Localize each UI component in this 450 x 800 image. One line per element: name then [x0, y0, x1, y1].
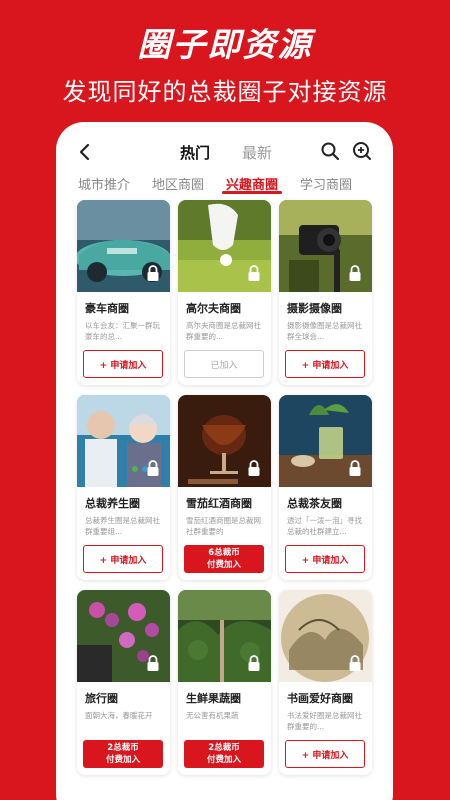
active-tab-underline — [222, 191, 282, 194]
button-label: 付费加入 — [206, 755, 241, 765]
card-description: 透过「一泼一泡」寻找总裁的社群建立... — [287, 516, 362, 536]
card-title: 摄影摄像圈 — [287, 302, 342, 315]
apply-join-button[interactable]: + 申请加入 — [285, 545, 365, 573]
circle-card[interactable]: 雪茄红酒商圈 雪茄红酒商圈是总裁网社群重要的 6总裁币 付费加入 — [178, 395, 271, 580]
button-label: 付费加入 — [206, 560, 241, 570]
button-label: + 申请加入 — [301, 360, 349, 371]
hero-subtitle: 发现同好的总裁圈子对接资源 — [62, 78, 388, 106]
button-label: + 申请加入 — [99, 555, 147, 566]
button-price: 6总裁币 — [208, 548, 240, 558]
card-description: 以车会友：汇聚一群玩豪车的总... — [85, 321, 160, 341]
button-label: 已加入 — [210, 360, 238, 371]
card-title: 豪车商圈 — [85, 302, 129, 315]
apply-join-button[interactable]: + 申请加入 — [285, 740, 365, 768]
card-description: 面朝大海，春暖花开 — [85, 711, 153, 720]
card-title: 生鲜果蔬圈 — [186, 692, 241, 705]
apply-join-button[interactable]: + 申请加入 — [285, 350, 365, 378]
lock-icon — [248, 655, 260, 671]
card-title: 高尔夫商圈 — [186, 302, 241, 315]
category-tab-region[interactable]: 地区商圈 — [152, 174, 204, 193]
card-title: 旅行圈 — [85, 692, 118, 705]
lock-icon — [349, 265, 361, 281]
button-price: 2总裁币 — [208, 743, 240, 753]
lock-icon — [248, 265, 260, 281]
card-description: 无公害有机果蔬 — [186, 711, 239, 720]
circle-card[interactable]: 摄影摄像圈 摄影摄像圈是总裁网社群全球会... + 申请加入 — [279, 200, 372, 385]
card-title: 雪茄红酒商圈 — [186, 497, 252, 510]
card-description: 高尔夫商圈是总裁网社群重要的... — [186, 321, 261, 341]
back-icon[interactable] — [76, 142, 94, 162]
lock-icon — [248, 460, 260, 476]
button-label: + 申请加入 — [301, 750, 349, 761]
tab-hot[interactable]: 热门 — [180, 142, 210, 163]
paid-join-button[interactable]: 2总裁币 付费加入 — [83, 740, 163, 768]
card-description: 雪茄红酒商圈是总裁网社群重要的 — [186, 516, 261, 536]
lock-icon — [147, 265, 159, 281]
lock-icon — [349, 460, 361, 476]
add-circle-icon[interactable] — [352, 141, 372, 161]
circle-card[interactable]: 总裁茶友圈 透过「一泼一泡」寻找总裁的社群建立... + 申请加入 — [279, 395, 372, 580]
circle-card[interactable]: 豪车商圈 以车会友：汇聚一群玩豪车的总... + 申请加入 — [77, 200, 170, 385]
button-label: 付费加入 — [105, 755, 140, 765]
apply-join-button[interactable]: + 申请加入 — [83, 350, 163, 378]
button-price: 2总裁币 — [107, 743, 139, 753]
circle-card[interactable]: 书画爱好商圈 书法爱好圈是总裁网社群重要的... + 申请加入 — [279, 590, 372, 775]
joined-button[interactable]: 已加入 — [184, 350, 264, 378]
hero-title: 圈子即资源 — [137, 25, 313, 64]
circle-card[interactable]: 旅行圈 面朝大海，春暖花开 2总裁币 付费加入 — [77, 590, 170, 775]
category-tab-city[interactable]: 城市推介 — [78, 174, 130, 193]
button-label: + 申请加入 — [301, 555, 349, 566]
phone-screen: 热门 最新 城市推介 地区商圈 兴趣商圈 学习商圈 豪车商圈 以车会友：汇聚一群… — [56, 122, 393, 800]
category-tab-study[interactable]: 学习商圈 — [300, 174, 352, 193]
card-title: 总裁养生圈 — [85, 497, 140, 510]
circle-card[interactable]: 生鲜果蔬圈 无公害有机果蔬 2总裁币 付费加入 — [178, 590, 271, 775]
top-bar: 热门 最新 — [56, 138, 393, 168]
card-title: 总裁茶友圈 — [287, 497, 342, 510]
lock-icon — [147, 655, 159, 671]
circle-card[interactable]: 总裁养生圈 总裁养生圈是总裁网社群重要组... + 申请加入 — [77, 395, 170, 580]
lock-icon — [147, 460, 159, 476]
paid-join-button[interactable]: 2总裁币 付费加入 — [184, 740, 264, 768]
apply-join-button[interactable]: + 申请加入 — [83, 545, 163, 573]
card-description: 总裁养生圈是总裁网社群重要组... — [85, 516, 160, 536]
button-label: + 申请加入 — [99, 360, 147, 371]
card-title: 书画爱好商圈 — [287, 692, 353, 705]
card-description: 书法爱好圈是总裁网社群重要的... — [287, 711, 362, 731]
tab-new[interactable]: 最新 — [242, 142, 272, 163]
paid-join-button[interactable]: 6总裁币 付费加入 — [184, 545, 264, 573]
circle-card[interactable]: 高尔夫商圈 高尔夫商圈是总裁网社群重要的... 已加入 — [178, 200, 271, 385]
search-icon[interactable] — [320, 141, 340, 161]
card-description: 摄影摄像圈是总裁网社群全球会... — [287, 321, 362, 341]
category-tabs: 城市推介 地区商圈 兴趣商圈 学习商圈 — [56, 174, 393, 196]
lock-icon — [349, 655, 361, 671]
